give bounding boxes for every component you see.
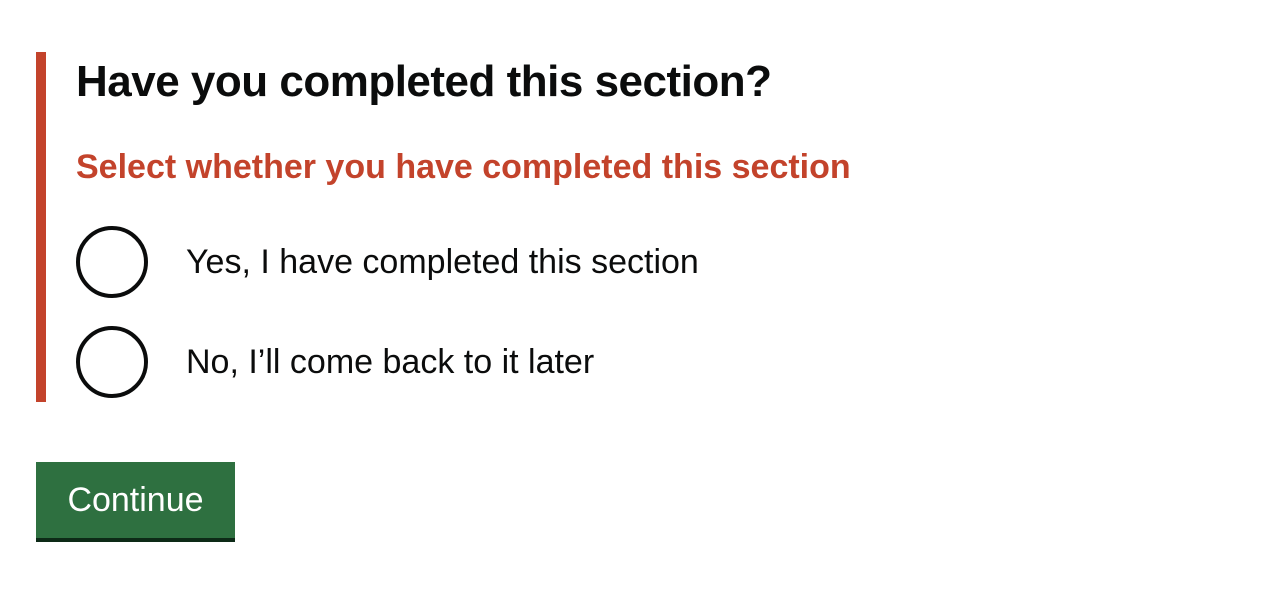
- radio-button-no[interactable]: [76, 326, 148, 398]
- page: Have you completed this section? Select …: [0, 0, 1264, 612]
- radio-button-yes[interactable]: [76, 226, 148, 298]
- radio-label-no[interactable]: No, I’ll come back to it later: [186, 342, 594, 382]
- continue-button[interactable]: Continue: [36, 462, 235, 538]
- radio-option-yes[interactable]: Yes, I have completed this section: [76, 222, 836, 302]
- radio-label-yes[interactable]: Yes, I have completed this section: [186, 242, 699, 282]
- radio-question-group: Have you completed this section? Select …: [36, 52, 936, 402]
- question-heading: Have you completed this section?: [76, 57, 772, 106]
- error-message: Select whether you have completed this s…: [76, 148, 851, 186]
- radio-option-no[interactable]: No, I’ll come back to it later: [76, 322, 836, 402]
